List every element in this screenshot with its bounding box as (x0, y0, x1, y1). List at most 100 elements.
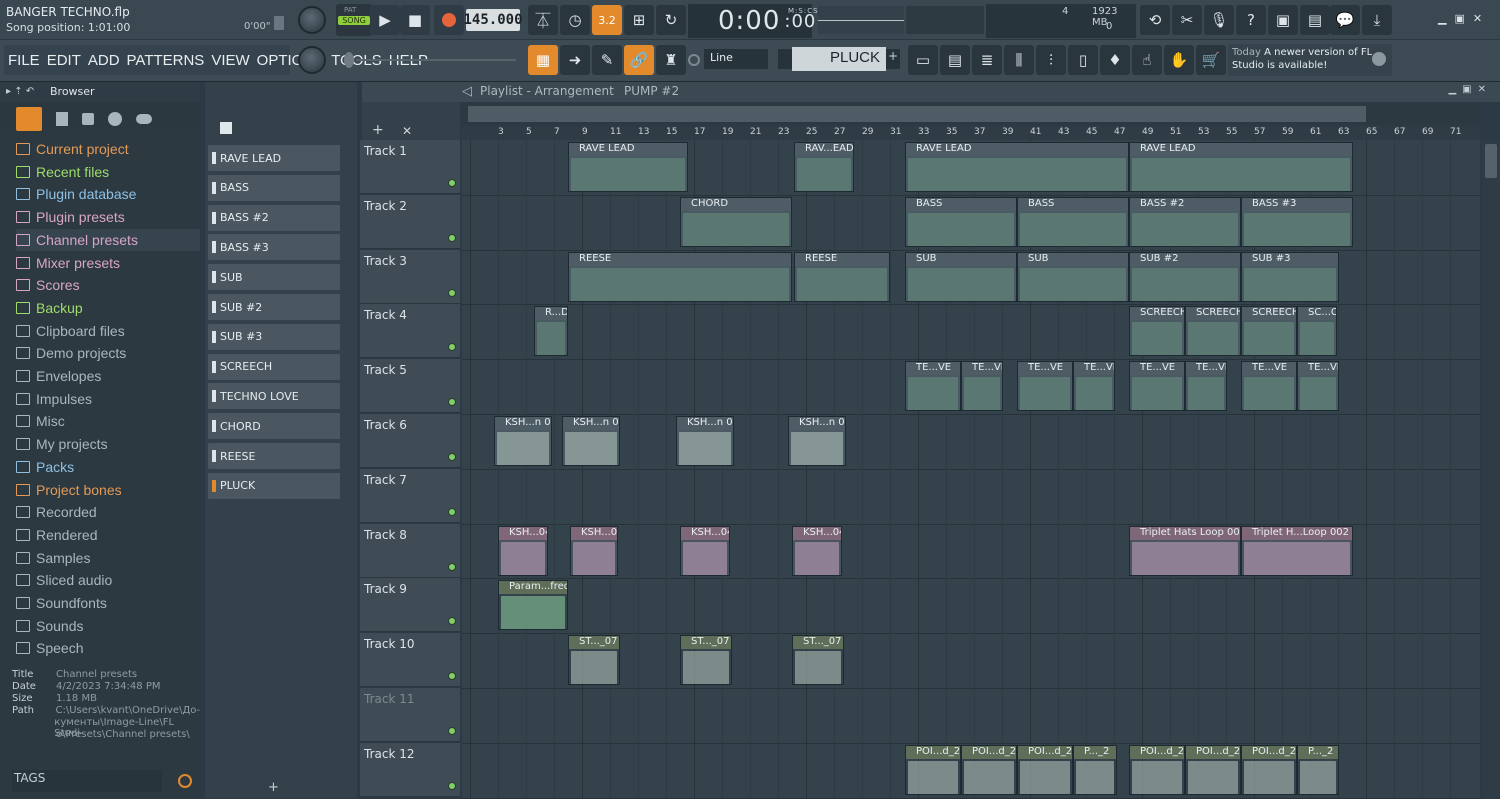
arrow-icon[interactable]: ➜ (560, 45, 590, 75)
playlist-clip[interactable]: P..._2 (1297, 744, 1339, 795)
playlist-clip[interactable]: KSH...04 (570, 525, 618, 576)
playlist-clip[interactable]: POI...d_2 (961, 744, 1017, 795)
track-mute-led[interactable] (448, 781, 456, 790)
track-header[interactable]: Track 3 (360, 249, 460, 304)
playlist-clip[interactable]: Triplet Hats Loop 002 (1129, 525, 1241, 576)
pattern-item[interactable]: PLUCK (208, 472, 340, 499)
speaker-icon[interactable]: ◁ (462, 84, 472, 99)
track-header[interactable]: Track 10 (360, 633, 460, 688)
master-pitch-knob[interactable] (298, 46, 326, 74)
playlist-clip[interactable]: SUB #2 (1129, 251, 1241, 302)
add-track-icon[interactable]: + (372, 122, 384, 138)
playlist-clip[interactable]: TE...VE (905, 361, 961, 412)
track-header[interactable]: Track 8 (360, 523, 460, 578)
channel-prev-arrow[interactable] (778, 49, 792, 69)
stop-button[interactable]: ■ (400, 5, 430, 35)
browser-item[interactable]: Packs (16, 456, 200, 478)
file-icon[interactable]: ▯ (1068, 45, 1098, 75)
browser-item[interactable]: Speech (16, 637, 200, 659)
chat-icon[interactable]: 💬 (1330, 5, 1360, 35)
pattern-item[interactable]: SUB (208, 264, 340, 291)
playlist-clip[interactable]: SCREECH (1185, 306, 1241, 357)
browser-item[interactable]: Clipboard files (16, 320, 200, 342)
snap-select[interactable]: Line (704, 49, 768, 69)
current-channel[interactable]: PLUCK (792, 47, 886, 71)
pencil-icon[interactable]: ✎ (592, 45, 622, 75)
save-icon[interactable]: ▣ (1268, 5, 1298, 35)
add-pattern-icon[interactable]: + (268, 780, 279, 795)
playlist-clip[interactable]: REESE (568, 251, 792, 302)
menu-file[interactable]: FILE (8, 52, 40, 69)
playlist-clip[interactable]: KSH...n 01 (494, 416, 552, 466)
add-channel-icon[interactable]: + (886, 49, 900, 69)
playlist-window-icon[interactable]: ▭ (908, 45, 938, 75)
playlist-clip[interactable]: ST..._07 (792, 635, 844, 686)
cpu-panel[interactable]: 4 1923 MB 0 (986, 4, 1136, 38)
track-mute-led[interactable] (448, 233, 456, 242)
playlist-clip[interactable]: POI...d_2 (905, 744, 961, 795)
browser-item[interactable]: Soundfonts (16, 592, 200, 614)
loop-record-icon[interactable]: ↻ (656, 5, 686, 35)
playlist-clip[interactable]: KSH...04 (680, 525, 730, 576)
playlist-clip[interactable]: SC...CH (1297, 306, 1337, 357)
track-header[interactable]: Track 9 (360, 578, 460, 633)
browser-item[interactable]: Plugin database (16, 183, 200, 205)
playlist-clip[interactable]: BASS (1017, 196, 1129, 247)
tab-all-icon[interactable] (16, 107, 42, 131)
playlist-clip[interactable]: KSH...n 01 (788, 416, 846, 466)
scissors-icon[interactable]: ✂ (1172, 5, 1202, 35)
browser-item[interactable]: Rendered (16, 524, 200, 546)
delete-icon[interactable]: ✕ (402, 124, 412, 138)
cart-icon[interactable]: 🛒 (1196, 45, 1226, 75)
pattern-item[interactable]: BASS #2 (208, 204, 340, 231)
playlist-clip[interactable]: TE...VE (1129, 361, 1185, 412)
playlist-clip[interactable]: TE...VE (1073, 361, 1115, 412)
countdown-icon[interactable]: ◷ (560, 5, 590, 35)
pattern-item[interactable]: BASS (208, 174, 340, 201)
track-header[interactable]: Track 11 (360, 688, 460, 742)
pattern-item[interactable]: BASS #3 (208, 234, 340, 261)
magnet-icon[interactable] (688, 54, 700, 66)
timeline-ruler[interactable]: 3 5 7 9 11 13 15 17 19 21 23 25 27 29 31 33 35 37 39 41 43 45… (462, 126, 1480, 140)
track-mute-led[interactable] (448, 727, 456, 735)
playlist-clip[interactable]: R...D (534, 306, 568, 357)
stamp2-icon[interactable]: ✋ (1164, 45, 1194, 75)
playlist-clip[interactable]: SCREECH (1241, 306, 1297, 357)
pattern-item[interactable]: CHORD (208, 413, 340, 440)
pattern-item[interactable]: REESE (208, 443, 340, 469)
link-icon[interactable]: 🔗 (624, 45, 654, 75)
track-header[interactable]: Track 4 (360, 304, 460, 359)
browser-item[interactable]: Mixer presets (16, 252, 200, 274)
playlist-clip[interactable]: ST..._07 (568, 635, 620, 686)
playlist-clip[interactable]: CHORD (680, 196, 792, 247)
track-header[interactable]: Track 1 (360, 140, 460, 194)
track-mute-led[interactable] (448, 617, 456, 626)
browser-item[interactable]: Backup (16, 297, 200, 319)
playlist-clip[interactable]: ST..._07 (680, 635, 732, 686)
step-edit-button[interactable]: 3.2 (592, 5, 622, 35)
playlist-clip[interactable]: TE...VE (1297, 361, 1339, 412)
browser-item[interactable]: Samples (16, 547, 200, 569)
pattern-item[interactable]: TECHNO LOVE (208, 383, 340, 410)
playlist-clip[interactable]: TE...VE (1185, 361, 1227, 412)
play-button[interactable]: ▶ (370, 5, 400, 35)
playlist-clip[interactable]: TE...VE (1017, 361, 1073, 412)
master-volume-knob[interactable] (298, 6, 326, 34)
browser-item[interactable]: Envelopes (16, 365, 200, 387)
track-mute-led[interactable] (448, 562, 456, 571)
touch-icon[interactable]: ☝ (1132, 45, 1162, 75)
tempo-display[interactable]: 145.000 (464, 9, 523, 31)
playlist-clip[interactable]: TE...VE (961, 361, 1003, 412)
browser-item[interactable]: Recorded (16, 501, 200, 523)
playlist-clip[interactable]: POI...d_2 (1241, 744, 1297, 795)
browser-item[interactable]: Impulses (16, 388, 200, 410)
playlist-clip[interactable]: POI...d_2 (1017, 744, 1073, 795)
reset-icon[interactable]: ⟲ (1140, 5, 1170, 35)
playlist-clip[interactable]: RAV...EAD (794, 142, 854, 192)
typing-keyboard-icon[interactable]: ⊞ (624, 5, 654, 35)
track-mute-led[interactable] (448, 398, 456, 407)
menu-add[interactable]: ADD (88, 52, 120, 69)
globe-icon[interactable] (1372, 52, 1386, 66)
playlist-clip[interactable]: BASS #2 (1129, 196, 1241, 247)
playlist-clip[interactable]: SUB (905, 251, 1017, 302)
